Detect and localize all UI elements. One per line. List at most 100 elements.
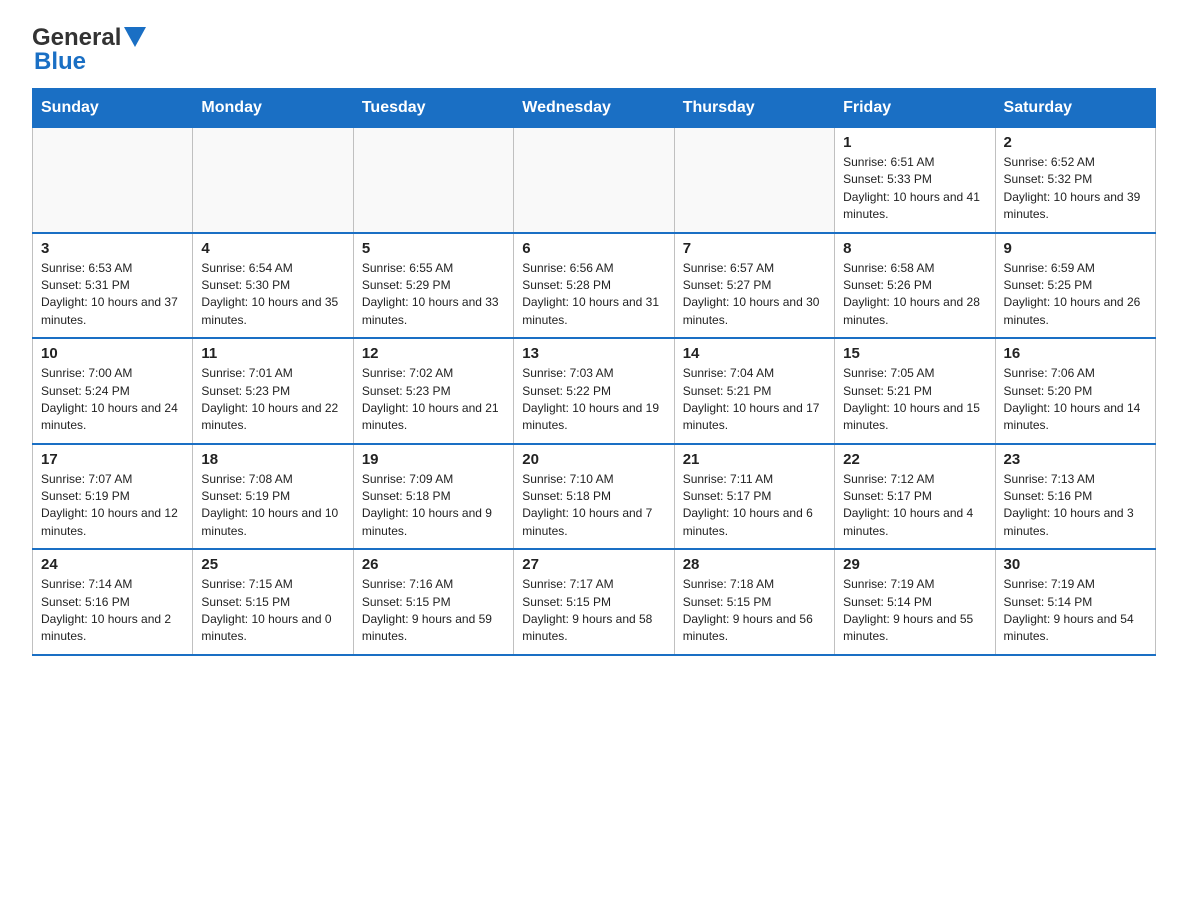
day-number: 3 (41, 240, 184, 257)
calendar-cell (33, 128, 193, 233)
calendar-cell: 11 Sunrise: 7:01 AM Sunset: 5:23 PM Dayli… (193, 338, 353, 444)
day-number: 1 (843, 134, 986, 151)
day-number: 12 (362, 345, 505, 362)
day-number: 24 (41, 556, 184, 573)
calendar-cell: 18Sunrise: 7:08 AM Sunset: 5:19 PM Dayli… (193, 444, 353, 550)
calendar-week-row-4: 24 Sunrise: 7:14 AM Sunset: 5:16 PM Dayli… (33, 549, 1156, 655)
day-info: Sunrise: 6:54 AM Sunset: 5:30 PM Dayligh… (201, 260, 344, 330)
day-info: Sunrise: 6:51 AM Sunset: 5:33 PM Dayligh… (843, 154, 986, 224)
day-info: Sunrise: 7:14 AM Sunset: 5:16 PM Dayligh… (41, 576, 184, 646)
calendar-cell: 12 Sunrise: 7:02 AM Sunset: 5:23 PM Dayli… (353, 338, 513, 444)
calendar-cell: 17Sunrise: 7:07 AM Sunset: 5:19 PM Dayli… (33, 444, 193, 550)
calendar-cell: 19Sunrise: 7:09 AM Sunset: 5:18 PM Dayli… (353, 444, 513, 550)
day-info: Sunrise: 7:18 AM Sunset: 5:15 PM Dayligh… (683, 576, 826, 646)
calendar-cell: 30Sunrise: 7:19 AM Sunset: 5:14 PM Dayli… (995, 549, 1155, 655)
col-saturday: Saturday (995, 89, 1155, 128)
day-info: Sunrise: 6:52 AM Sunset: 5:32 PM Dayligh… (1004, 154, 1147, 224)
calendar-cell: 27 Sunrise: 7:17 AM Sunset: 5:15 PM Dayli… (514, 549, 674, 655)
col-monday: Monday (193, 89, 353, 128)
day-number: 14 (683, 345, 826, 362)
day-info: Sunrise: 7:17 AM Sunset: 5:15 PM Dayligh… (522, 576, 665, 646)
day-info: Sunrise: 6:57 AM Sunset: 5:27 PM Dayligh… (683, 260, 826, 330)
day-number: 17 (41, 451, 184, 468)
day-info: Sunrise: 7:04 AM Sunset: 5:21 PM Dayligh… (683, 365, 826, 435)
day-info: Sunrise: 7:02 AM Sunset: 5:23 PM Dayligh… (362, 365, 505, 435)
day-info: Sunrise: 7:03 AM Sunset: 5:22 PM Dayligh… (522, 365, 665, 435)
calendar-cell: 13 Sunrise: 7:03 AM Sunset: 5:22 PM Dayli… (514, 338, 674, 444)
day-number: 15 (843, 345, 986, 362)
day-info: Sunrise: 7:05 AM Sunset: 5:21 PM Dayligh… (843, 365, 986, 435)
day-info: Sunrise: 6:53 AM Sunset: 5:31 PM Dayligh… (41, 260, 184, 330)
day-info: Sunrise: 7:13 AM Sunset: 5:16 PM Dayligh… (1004, 471, 1147, 541)
day-info: Sunrise: 7:10 AM Sunset: 5:18 PM Dayligh… (522, 471, 665, 541)
calendar-cell: 5 Sunrise: 6:55 AM Sunset: 5:29 PM Daylig… (353, 233, 513, 339)
day-number: 9 (1004, 240, 1147, 257)
col-sunday: Sunday (33, 89, 193, 128)
calendar-cell (353, 128, 513, 233)
calendar-cell: 4 Sunrise: 6:54 AM Sunset: 5:30 PM Daylig… (193, 233, 353, 339)
day-number: 27 (522, 556, 665, 573)
day-info: Sunrise: 6:55 AM Sunset: 5:29 PM Dayligh… (362, 260, 505, 330)
day-number: 8 (843, 240, 986, 257)
calendar-cell: 2 Sunrise: 6:52 AM Sunset: 5:32 PM Daylig… (995, 128, 1155, 233)
day-number: 18 (201, 451, 344, 468)
day-number: 16 (1004, 345, 1147, 362)
day-info: Sunrise: 7:19 AM Sunset: 5:14 PM Dayligh… (843, 576, 986, 646)
day-number: 21 (683, 451, 826, 468)
day-number: 5 (362, 240, 505, 257)
day-number: 28 (683, 556, 826, 573)
calendar-table: Sunday Monday Tuesday Wednesday Thursday… (32, 88, 1156, 656)
calendar-cell: 6Sunrise: 6:56 AM Sunset: 5:28 PM Daylig… (514, 233, 674, 339)
day-number: 25 (201, 556, 344, 573)
calendar-cell: 21 Sunrise: 7:11 AM Sunset: 5:17 PM Dayli… (674, 444, 834, 550)
day-number: 23 (1004, 451, 1147, 468)
day-number: 11 (201, 345, 344, 362)
day-info: Sunrise: 7:01 AM Sunset: 5:23 PM Dayligh… (201, 365, 344, 435)
calendar-cell: 10 Sunrise: 7:00 AM Sunset: 5:24 PM Dayli… (33, 338, 193, 444)
calendar-cell: 20 Sunrise: 7:10 AM Sunset: 5:18 PM Dayli… (514, 444, 674, 550)
day-number: 13 (522, 345, 665, 362)
col-wednesday: Wednesday (514, 89, 674, 128)
day-info: Sunrise: 7:00 AM Sunset: 5:24 PM Dayligh… (41, 365, 184, 435)
day-info: Sunrise: 6:58 AM Sunset: 5:26 PM Dayligh… (843, 260, 986, 330)
calendar-cell: 22 Sunrise: 7:12 AM Sunset: 5:17 PM Dayli… (835, 444, 995, 550)
calendar-cell: 14 Sunrise: 7:04 AM Sunset: 5:21 PM Dayli… (674, 338, 834, 444)
calendar-cell (193, 128, 353, 233)
calendar-cell: 16 Sunrise: 7:06 AM Sunset: 5:20 PM Dayli… (995, 338, 1155, 444)
logo: General Blue (32, 24, 146, 76)
calendar-cell: 24 Sunrise: 7:14 AM Sunset: 5:16 PM Dayli… (33, 549, 193, 655)
col-friday: Friday (835, 89, 995, 128)
day-number: 7 (683, 240, 826, 257)
calendar-cell: 1 Sunrise: 6:51 AM Sunset: 5:33 PM Daylig… (835, 128, 995, 233)
day-number: 20 (522, 451, 665, 468)
day-info: Sunrise: 7:11 AM Sunset: 5:17 PM Dayligh… (683, 471, 826, 541)
logo-blue-part: Blue (34, 48, 86, 76)
calendar-cell: 15 Sunrise: 7:05 AM Sunset: 5:21 PM Dayli… (835, 338, 995, 444)
calendar-cell (674, 128, 834, 233)
day-number: 4 (201, 240, 344, 257)
calendar-cell: 26Sunrise: 7:16 AM Sunset: 5:15 PM Dayli… (353, 549, 513, 655)
calendar-cell: 9 Sunrise: 6:59 AM Sunset: 5:25 PM Daylig… (995, 233, 1155, 339)
calendar-cell: 7 Sunrise: 6:57 AM Sunset: 5:27 PM Daylig… (674, 233, 834, 339)
day-info: Sunrise: 7:16 AM Sunset: 5:15 PM Dayligh… (362, 576, 505, 646)
day-number: 10 (41, 345, 184, 362)
col-thursday: Thursday (674, 89, 834, 128)
day-info: Sunrise: 6:59 AM Sunset: 5:25 PM Dayligh… (1004, 260, 1147, 330)
day-number: 19 (362, 451, 505, 468)
day-number: 22 (843, 451, 986, 468)
header: General Blue (32, 24, 1156, 76)
calendar-cell: 23 Sunrise: 7:13 AM Sunset: 5:16 PM Dayli… (995, 444, 1155, 550)
calendar-cell: 25Sunrise: 7:15 AM Sunset: 5:15 PM Dayli… (193, 549, 353, 655)
calendar-week-row-1: 3 Sunrise: 6:53 AM Sunset: 5:31 PM Daylig… (33, 233, 1156, 339)
calendar-week-row-0: 1 Sunrise: 6:51 AM Sunset: 5:33 PM Daylig… (33, 128, 1156, 233)
day-info: Sunrise: 7:06 AM Sunset: 5:20 PM Dayligh… (1004, 365, 1147, 435)
calendar-cell: 29Sunrise: 7:19 AM Sunset: 5:14 PM Dayli… (835, 549, 995, 655)
day-number: 6 (522, 240, 665, 257)
day-info: Sunrise: 7:19 AM Sunset: 5:14 PM Dayligh… (1004, 576, 1147, 646)
calendar-cell: 28 Sunrise: 7:18 AM Sunset: 5:15 PM Dayli… (674, 549, 834, 655)
day-number: 2 (1004, 134, 1147, 151)
day-info: Sunrise: 7:12 AM Sunset: 5:17 PM Dayligh… (843, 471, 986, 541)
calendar-header-row: Sunday Monday Tuesday Wednesday Thursday… (33, 89, 1156, 128)
logo-arrow-icon (124, 27, 146, 47)
col-tuesday: Tuesday (353, 89, 513, 128)
